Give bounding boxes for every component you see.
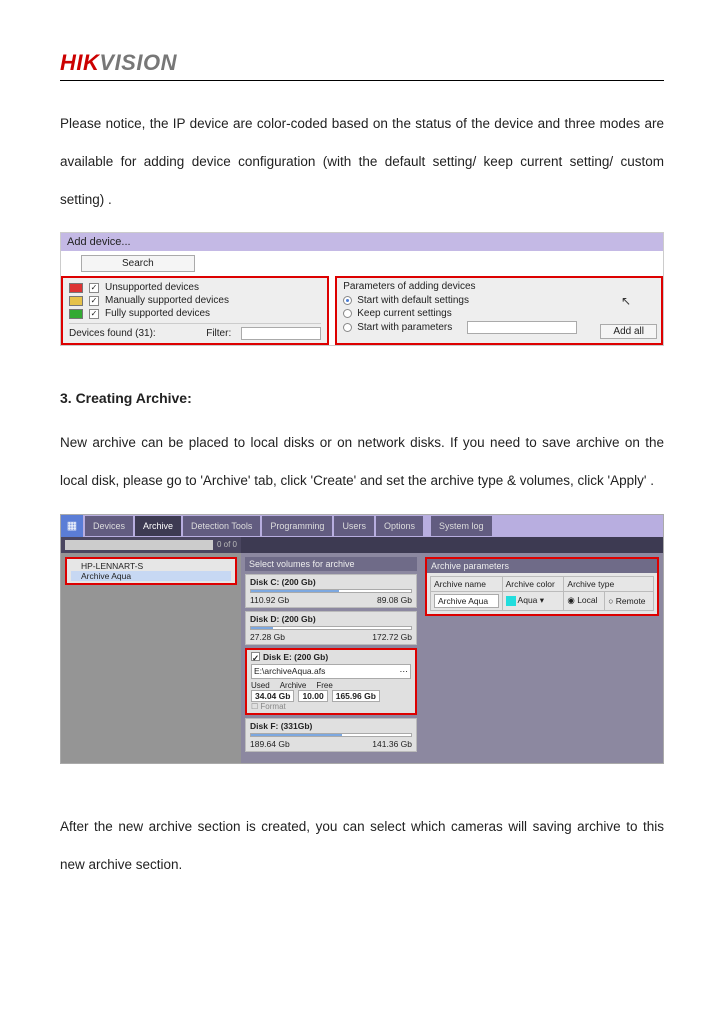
toolbar2: 0 of 0 <box>61 537 663 553</box>
properties-column: Archive parameters Archive name Archive … <box>421 553 663 763</box>
legend-manual-label: Manually supported devices <box>105 295 229 306</box>
archive-params-header: Archive parameters <box>427 559 657 573</box>
add-device-screenshot: Add device... Search ✓ Unsupported devic… <box>60 232 664 346</box>
disk-f-panel[interactable]: Disk F: (331Gb) 189.64 Gb 141.36 Gb <box>245 718 417 752</box>
remote-label: Remote <box>616 596 646 606</box>
top-nav: ▦ Devices Archive Detection Tools Progra… <box>61 515 663 537</box>
tab-detection[interactable]: Detection Tools <box>183 516 260 536</box>
tab-options[interactable]: Options <box>376 516 423 536</box>
disk-d-title: Disk D: (200 Gb) <box>250 614 316 624</box>
opt-params-label: Start with parameters <box>357 322 452 333</box>
radio-remote[interactable]: ○ Remote <box>605 591 654 610</box>
disk-e-checkbox[interactable]: ✓ <box>251 652 260 661</box>
add-all-button[interactable]: Add all <box>600 324 657 339</box>
intro-paragraph: Please notice, the IP device are color-c… <box>60 105 664 218</box>
disk-e-free-val: 165.96 Gb <box>332 690 380 702</box>
checkbox-full[interactable]: ✓ <box>89 309 99 319</box>
swatch-green <box>69 309 83 319</box>
tab-archive[interactable]: Archive <box>135 516 181 536</box>
opt-default-label: Start with default settings <box>357 295 469 306</box>
disk-d-free: 172.72 Gb <box>372 632 412 642</box>
opt-keep-label: Keep current settings <box>357 308 452 319</box>
search-button[interactable]: Search <box>81 255 195 272</box>
logo-part2: VISION <box>99 50 177 75</box>
disk-e-used-val: 34.04 Gb <box>251 690 294 702</box>
tree-search-input[interactable] <box>65 540 213 550</box>
disk-e-path[interactable]: E:\archiveAqua.afs <box>254 666 325 677</box>
legend-unsupported-label: Unsupported devices <box>105 282 199 293</box>
tab-devices[interactable]: Devices <box>85 516 133 536</box>
cursor-icon: ↖ <box>621 294 631 308</box>
checkbox-manual[interactable]: ✓ <box>89 296 99 306</box>
archive-params-box: Archive parameters Archive name Archive … <box>425 557 659 616</box>
disk-e-free-label: Free <box>316 681 332 690</box>
swatch-red <box>69 283 83 293</box>
radio-local[interactable]: ◉ Local <box>564 591 605 610</box>
disk-e-panel[interactable]: ✓Disk E: (200 Gb) E:\archiveAqua.afs ⋯ Us… <box>245 648 417 715</box>
radio-params[interactable] <box>343 323 352 332</box>
tree-column: HP-LENNART-S Archive Aqua <box>61 553 241 763</box>
swatch-yellow <box>69 296 83 306</box>
disk-f-title: Disk F: (331Gb) <box>250 721 312 731</box>
outro-paragraph: After the new archive section is created… <box>60 808 664 884</box>
devices-found-label: Devices found (31): <box>69 328 156 339</box>
tree-root[interactable]: HP-LENNART-S <box>71 561 231 571</box>
legend-full-label: Fully supported devices <box>105 308 210 319</box>
archive-color-select[interactable]: Aqua <box>518 595 538 605</box>
section-3-para: New archive can be placed to local disks… <box>60 424 664 500</box>
disk-e-archive-label: Archive <box>280 681 307 690</box>
disk-e-used-label: Used <box>251 681 270 690</box>
parameters-title: Parameters of adding devices <box>343 281 655 292</box>
disk-d-panel[interactable]: Disk D: (200 Gb) 27.28 Gb 172.72 Gb <box>245 611 417 645</box>
disk-e-archive-val[interactable]: 10.00 <box>298 690 327 702</box>
disk-f-free: 141.36 Gb <box>372 739 412 749</box>
disk-d-used: 27.28 Gb <box>250 632 285 642</box>
checkbox-unsupported[interactable]: ✓ <box>89 283 99 293</box>
tree-box: HP-LENNART-S Archive Aqua <box>65 557 237 585</box>
archive-type-label: Archive type <box>564 576 654 591</box>
disk-c-title: Disk C: (200 Gb) <box>250 577 316 587</box>
legend-full: ✓ Fully supported devices <box>69 307 321 320</box>
disk-c-used: 110.92 Gb <box>250 595 289 605</box>
parameters-panel: Parameters of adding devices Start with … <box>335 276 663 345</box>
params-select[interactable] <box>467 321 577 334</box>
archive-name-label: Archive name <box>431 576 503 591</box>
radio-default[interactable] <box>343 296 352 305</box>
legend-unsupported: ✓ Unsupported devices <box>69 281 321 294</box>
device-legend-panel: ✓ Unsupported devices ✓ Manually support… <box>61 276 329 345</box>
disk-c-panel[interactable]: Disk C: (200 Gb) 110.92 Gb 89.08 Gb <box>245 574 417 608</box>
home-icon[interactable]: ▦ <box>61 515 83 537</box>
disk-f-used: 189.64 Gb <box>250 739 290 749</box>
radio-keep[interactable] <box>343 309 352 318</box>
format-label: Format <box>260 702 285 711</box>
archive-color-label: Archive color <box>502 576 564 591</box>
tab-programming[interactable]: Programming <box>262 516 332 536</box>
volumes-column: Select volumes for archive Disk C: (200 … <box>241 553 421 763</box>
archive-screenshot: ▦ Devices Archive Detection Tools Progra… <box>60 514 664 764</box>
section-3-heading: 3. Creating Archive: <box>60 390 664 406</box>
disk-c-free: 89.08 Gb <box>377 595 412 605</box>
tab-syslog[interactable]: System log <box>431 516 492 536</box>
search-count: 0 of 0 <box>217 540 237 549</box>
filter-input[interactable] <box>241 327 321 340</box>
tree-archive-item[interactable]: Archive Aqua <box>71 571 231 581</box>
tab-users[interactable]: Users <box>334 516 374 536</box>
local-label: Local <box>577 595 597 605</box>
archive-name-input[interactable]: Archive Aqua <box>434 594 499 608</box>
window-title: Add device... <box>61 233 663 251</box>
logo-part1: HIK <box>60 50 99 75</box>
volumes-header: Select volumes for archive <box>245 557 417 571</box>
color-swatch-aqua <box>506 596 516 606</box>
logo: HIKVISION <box>60 50 664 81</box>
disk-e-title: Disk E: (200 Gb) <box>263 652 328 662</box>
filter-label: Filter: <box>206 328 231 339</box>
browse-icon[interactable]: ⋯ <box>400 666 409 677</box>
format-checkbox-row[interactable]: ☐ Format <box>251 702 411 711</box>
legend-manual: ✓ Manually supported devices <box>69 294 321 307</box>
